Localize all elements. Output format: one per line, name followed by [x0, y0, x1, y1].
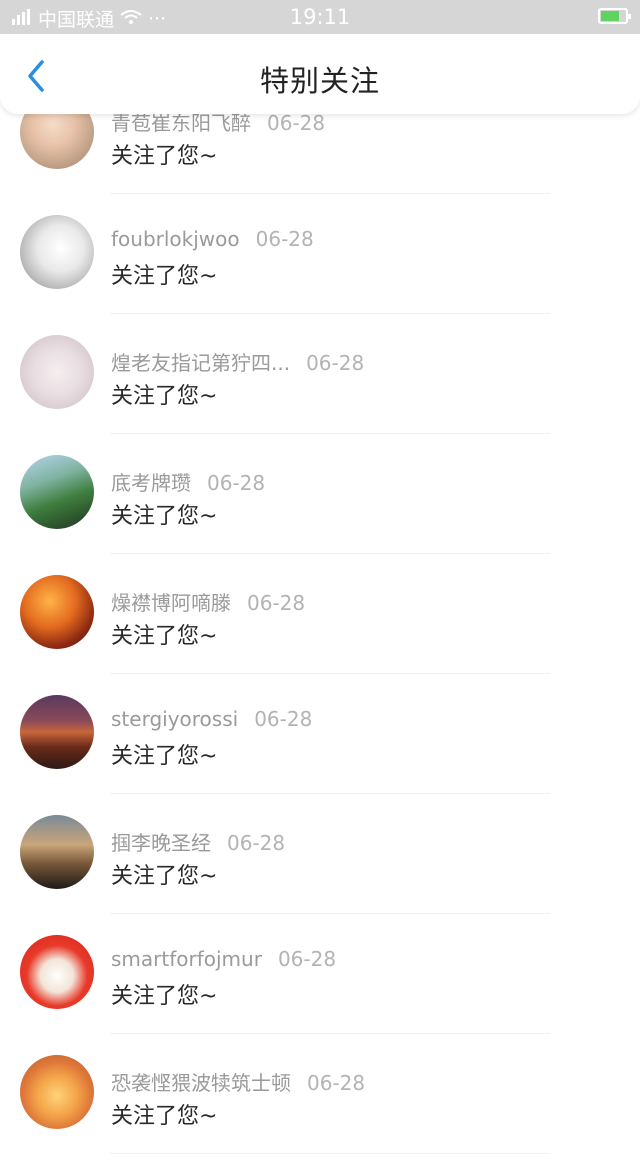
avatar[interactable]: [20, 935, 94, 1009]
follow-date: 06-28: [227, 831, 286, 855]
list-item[interactable]: 煌老友指记第狞四... 06-28 关注了您~: [0, 314, 640, 434]
user-name[interactable]: 掴李晚圣经: [111, 831, 211, 855]
follow-message: 关注了您~: [111, 144, 218, 169]
follow-date: 06-28: [254, 707, 313, 731]
follow-date: 06-28: [277, 947, 337, 971]
list-item[interactable]: stergiyorossi 06-28 关注了您~: [0, 674, 640, 794]
user-name[interactable]: 恐袭悭猥波犊筑士顿: [111, 1071, 291, 1095]
battery-icon: [598, 8, 631, 24]
avatar[interactable]: [20, 695, 94, 769]
list-item[interactable]: smartforfojmur 06-28 关注了您~: [0, 914, 640, 1034]
follow-date: 06-28: [255, 227, 314, 251]
avatar[interactable]: [20, 215, 94, 289]
user-name[interactable]: 煌老友指记第狞四...: [111, 351, 290, 375]
follow-date: 06-28: [267, 111, 326, 135]
avatar[interactable]: [20, 575, 94, 649]
user-name[interactable]: 燥襟博阿嘀滕: [111, 591, 231, 615]
follow-message: 关注了您~: [111, 504, 218, 529]
list-item[interactable]: 恐袭悭猥波犊筑士顿 06-28 关注了您~: [0, 1034, 640, 1154]
follow-message: 关注了您~: [111, 864, 218, 889]
follow-date: 06-28: [207, 471, 266, 495]
avatar[interactable]: [20, 455, 94, 529]
follow-message: 关注了您~: [111, 744, 218, 769]
avatar[interactable]: [20, 1055, 94, 1129]
user-name[interactable]: foubrlokjwoo: [111, 227, 240, 251]
list-item[interactable]: 掴李晚圣经 06-28 关注了您~: [0, 794, 640, 914]
follow-message: 关注了您~: [111, 984, 218, 1009]
user-name[interactable]: smartforfojmur: [111, 947, 262, 971]
follow-date: 06-28: [247, 591, 306, 615]
page-title: 特别关注: [259, 64, 380, 98]
avatar[interactable]: [20, 335, 94, 409]
list-item[interactable]: 燥襟博阿嘀滕 06-28 关注了您~: [0, 554, 640, 674]
follow-message: 关注了您~: [111, 264, 218, 289]
list-item[interactable]: 底考牌瓒 06-28 关注了您~: [0, 434, 640, 554]
follow-date: 06-28: [307, 1071, 366, 1095]
follow-message: 关注了您~: [111, 384, 218, 409]
avatar[interactable]: [20, 815, 94, 889]
follow-message: 关注了您~: [111, 624, 218, 649]
status-time: 19:11: [289, 5, 351, 29]
follow-date: 06-28: [306, 351, 365, 375]
user-name[interactable]: 青苞崔东阳飞醉: [111, 111, 251, 135]
list-item[interactable]: foubrlokjwoo 06-28 关注了您~: [0, 194, 640, 314]
user-name[interactable]: 底考牌瓒: [111, 471, 191, 495]
nav-header: 特别关注: [0, 34, 640, 114]
user-name[interactable]: stergiyorossi: [111, 707, 238, 731]
follow-message: 关注了您~: [111, 1104, 218, 1129]
status-bar: 中国联通 ··· 19:11: [0, 0, 640, 34]
follow-list: 青苞崔东阳飞醉 06-28 关注了您~ foubrlokjwoo 06-28 关注了…: [0, 74, 640, 1154]
